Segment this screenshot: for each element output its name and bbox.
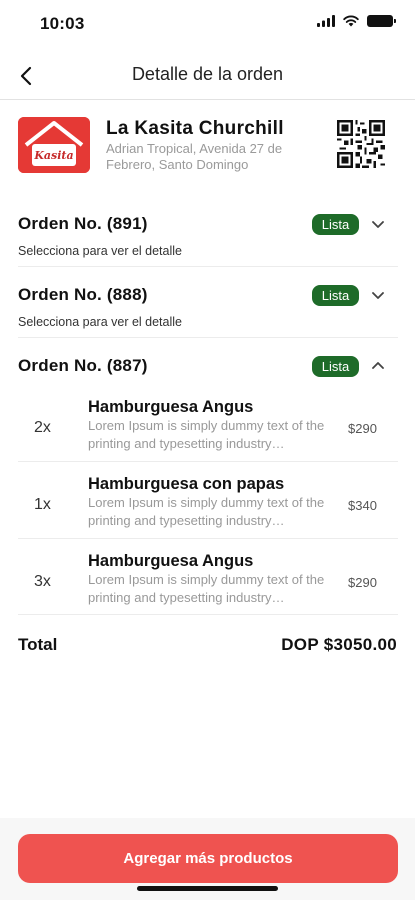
product-name: Hamburguesa con papas	[88, 475, 285, 493]
total-value: DOP $3050.00	[281, 635, 397, 654]
product-description: Lorem Ipsum is simply dummy text of the …	[88, 572, 325, 605]
order-item-887[interactable]: Orden No. (887) Lista	[18, 356, 398, 380]
product-name: Hamburguesa Angus	[88, 552, 254, 570]
order-title: Orden No. (887)	[18, 356, 148, 375]
product-name: Hamburguesa Angus	[88, 398, 254, 416]
battery-icon	[367, 15, 396, 27]
status-bar: 10:03	[0, 0, 415, 46]
home-indicator	[137, 886, 278, 891]
chevron-down-icon[interactable]	[370, 216, 386, 232]
store-name: La Kasita Churchill	[106, 118, 284, 139]
product-quantity: 3x	[34, 573, 51, 590]
total-label: Total	[18, 635, 58, 654]
store-address: Adrian Tropical, Avenida 27 de Febrero, …	[106, 141, 283, 172]
product-quantity: 1x	[34, 496, 51, 513]
status-time: 10:03	[40, 14, 85, 33]
order-title: Orden No. (891)	[18, 214, 148, 233]
divider	[18, 538, 398, 539]
order-subtitle: Selecciona para ver el detalle	[18, 315, 182, 329]
order-item-888[interactable]: Orden No. (888) Selecciona para ver el d…	[18, 285, 398, 335]
product-description: Lorem Ipsum is simply dummy text of the …	[88, 418, 325, 451]
product-quantity: 2x	[34, 419, 51, 436]
store-header: Kasita La Kasita Churchill Adrian Tropic…	[0, 113, 415, 185]
status-badge: Lista	[312, 356, 359, 377]
nav-bar: Detalle de la orden	[0, 52, 415, 100]
chevron-up-icon[interactable]	[370, 358, 386, 374]
status-badge: Lista	[312, 285, 359, 306]
page-title: Detalle de la orden	[131, 64, 284, 84]
product-row[interactable]: 2x Hamburguesa Angus Lorem Ipsum is simp…	[18, 393, 398, 469]
chevron-down-icon[interactable]	[370, 287, 386, 303]
store-logo: Kasita	[18, 117, 90, 173]
order-subtitle: Selecciona para ver el detalle	[18, 244, 182, 258]
status-icons	[317, 15, 396, 27]
product-price: $290	[348, 421, 377, 436]
signal-icon	[317, 15, 335, 27]
order-item-891[interactable]: Orden No. (891) Selecciona para ver el d…	[18, 214, 398, 264]
wifi-icon	[343, 15, 359, 27]
status-badge: Lista	[312, 214, 359, 235]
add-more-products-button[interactable]: Agregar más productos	[18, 834, 398, 883]
svg-text:Kasita: Kasita	[33, 149, 73, 162]
divider	[18, 461, 398, 462]
qr-code-icon[interactable]	[337, 120, 385, 168]
order-title: Orden No. (888)	[18, 285, 148, 304]
product-row[interactable]: 1x Hamburguesa con papas Lorem Ipsum is …	[18, 470, 398, 546]
product-row[interactable]: 3x Hamburguesa Angus Lorem Ipsum is simp…	[18, 547, 398, 623]
product-price: $290	[348, 575, 377, 590]
product-description: Lorem Ipsum is simply dummy text of the …	[88, 495, 325, 528]
product-price: $340	[348, 498, 377, 513]
divider	[18, 266, 398, 267]
divider	[18, 614, 398, 615]
divider	[18, 337, 398, 338]
